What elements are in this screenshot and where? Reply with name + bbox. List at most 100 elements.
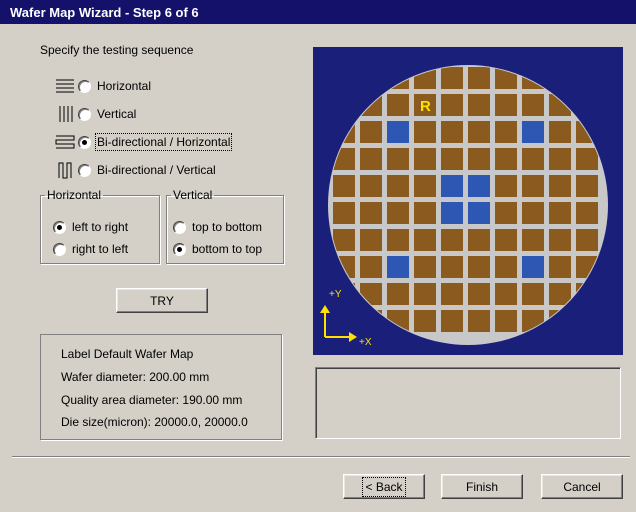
horizontal-lines-icon xyxy=(56,79,74,93)
bidirectional-horizontal-icon xyxy=(55,135,75,149)
die xyxy=(333,310,355,332)
option-label: left to right xyxy=(72,220,129,234)
radio-left-to-right[interactable] xyxy=(53,220,66,234)
title-bar: Wafer Map Wizard - Step 6 of 6 xyxy=(0,0,636,24)
vertical-option-bottom-to-top[interactable]: bottom to top xyxy=(173,242,262,256)
die xyxy=(495,283,517,305)
die xyxy=(549,67,571,89)
die xyxy=(468,256,490,278)
die xyxy=(576,175,598,197)
option-label: top to bottom xyxy=(192,220,263,234)
sequence-option-horizontal[interactable]: Horizontal xyxy=(54,76,151,96)
die xyxy=(549,148,571,170)
die xyxy=(576,283,598,305)
info-die-size: Die size(micron): 20000.0, 20000.0 xyxy=(61,415,248,429)
radio-bottom-to-top[interactable] xyxy=(173,242,186,256)
die xyxy=(360,256,382,278)
sequence-label: Bi-directional / Horizontal xyxy=(94,133,233,151)
axis-label-y: +Y xyxy=(329,289,342,300)
status-box xyxy=(315,367,621,439)
bidirectional-vertical-icon xyxy=(58,162,72,179)
die xyxy=(576,67,598,89)
die xyxy=(360,310,382,332)
radio-top-to-bottom[interactable] xyxy=(173,220,186,234)
die xyxy=(333,202,355,224)
die xyxy=(495,256,517,278)
die xyxy=(387,67,409,89)
die xyxy=(414,121,436,143)
die xyxy=(414,202,436,224)
sequence-option-bidirectional-vertical[interactable]: Bi-directional / Vertical xyxy=(54,160,216,180)
die xyxy=(522,229,544,251)
selected-die xyxy=(468,175,490,197)
die xyxy=(576,310,598,332)
die xyxy=(414,148,436,170)
info-diameter: Wafer diameter: 200.00 mm xyxy=(61,370,210,384)
horizontal-option-left-to-right[interactable]: left to right xyxy=(53,220,128,234)
radio-bidirectional-horizontal[interactable] xyxy=(78,135,91,149)
die xyxy=(333,121,355,143)
die xyxy=(333,256,355,278)
die xyxy=(414,283,436,305)
die xyxy=(414,310,436,332)
die xyxy=(495,310,517,332)
die xyxy=(387,202,409,224)
die xyxy=(414,229,436,251)
die xyxy=(468,148,490,170)
finish-button[interactable]: Finish xyxy=(441,474,523,499)
die xyxy=(360,229,382,251)
die xyxy=(387,229,409,251)
separator xyxy=(12,456,630,458)
sequence-option-vertical[interactable]: Vertical xyxy=(54,104,136,124)
die xyxy=(549,256,571,278)
info-quality-area: Quality area diameter: 190.00 mm xyxy=(61,393,243,407)
try-button[interactable]: TRY xyxy=(116,288,208,313)
die xyxy=(576,148,598,170)
sequence-option-bidirectional-horizontal[interactable]: Bi-directional / Horizontal xyxy=(54,132,233,152)
die xyxy=(387,94,409,116)
horizontal-group: Horizontal left to right right to left xyxy=(40,188,160,264)
sequence-label: Bi-directional / Vertical xyxy=(97,163,216,177)
die xyxy=(549,310,571,332)
radio-vertical[interactable] xyxy=(78,107,91,121)
horizontal-option-right-to-left[interactable]: right to left xyxy=(53,242,128,256)
die xyxy=(441,121,463,143)
die xyxy=(495,175,517,197)
die xyxy=(576,94,598,116)
die xyxy=(441,229,463,251)
die xyxy=(495,148,517,170)
back-button[interactable]: < Back xyxy=(343,474,425,499)
die xyxy=(522,202,544,224)
die xyxy=(468,229,490,251)
die xyxy=(522,94,544,116)
die xyxy=(549,121,571,143)
die xyxy=(333,67,355,89)
die xyxy=(495,121,517,143)
selected-die xyxy=(387,121,409,143)
die xyxy=(441,283,463,305)
reference-marker: R xyxy=(420,98,431,115)
radio-horizontal[interactable] xyxy=(78,79,91,93)
die xyxy=(468,94,490,116)
die xyxy=(333,229,355,251)
die xyxy=(468,283,490,305)
vertical-option-top-to-bottom[interactable]: top to bottom xyxy=(173,220,262,234)
die xyxy=(549,229,571,251)
radio-right-to-left[interactable] xyxy=(53,242,66,256)
selected-die xyxy=(441,202,463,224)
axis-label-x: +X xyxy=(359,337,372,348)
die xyxy=(576,229,598,251)
die xyxy=(441,94,463,116)
die xyxy=(495,94,517,116)
back-button-label: < Back xyxy=(362,476,406,497)
sequence-label: Horizontal xyxy=(97,79,152,93)
cancel-button[interactable]: Cancel xyxy=(541,474,623,499)
die xyxy=(495,202,517,224)
sequence-heading: Specify the testing sequence xyxy=(40,43,194,57)
selected-die xyxy=(441,175,463,197)
die xyxy=(333,175,355,197)
die xyxy=(549,202,571,224)
sequence-label: Vertical xyxy=(97,107,137,121)
die xyxy=(360,121,382,143)
radio-bidirectional-vertical[interactable] xyxy=(78,163,91,177)
